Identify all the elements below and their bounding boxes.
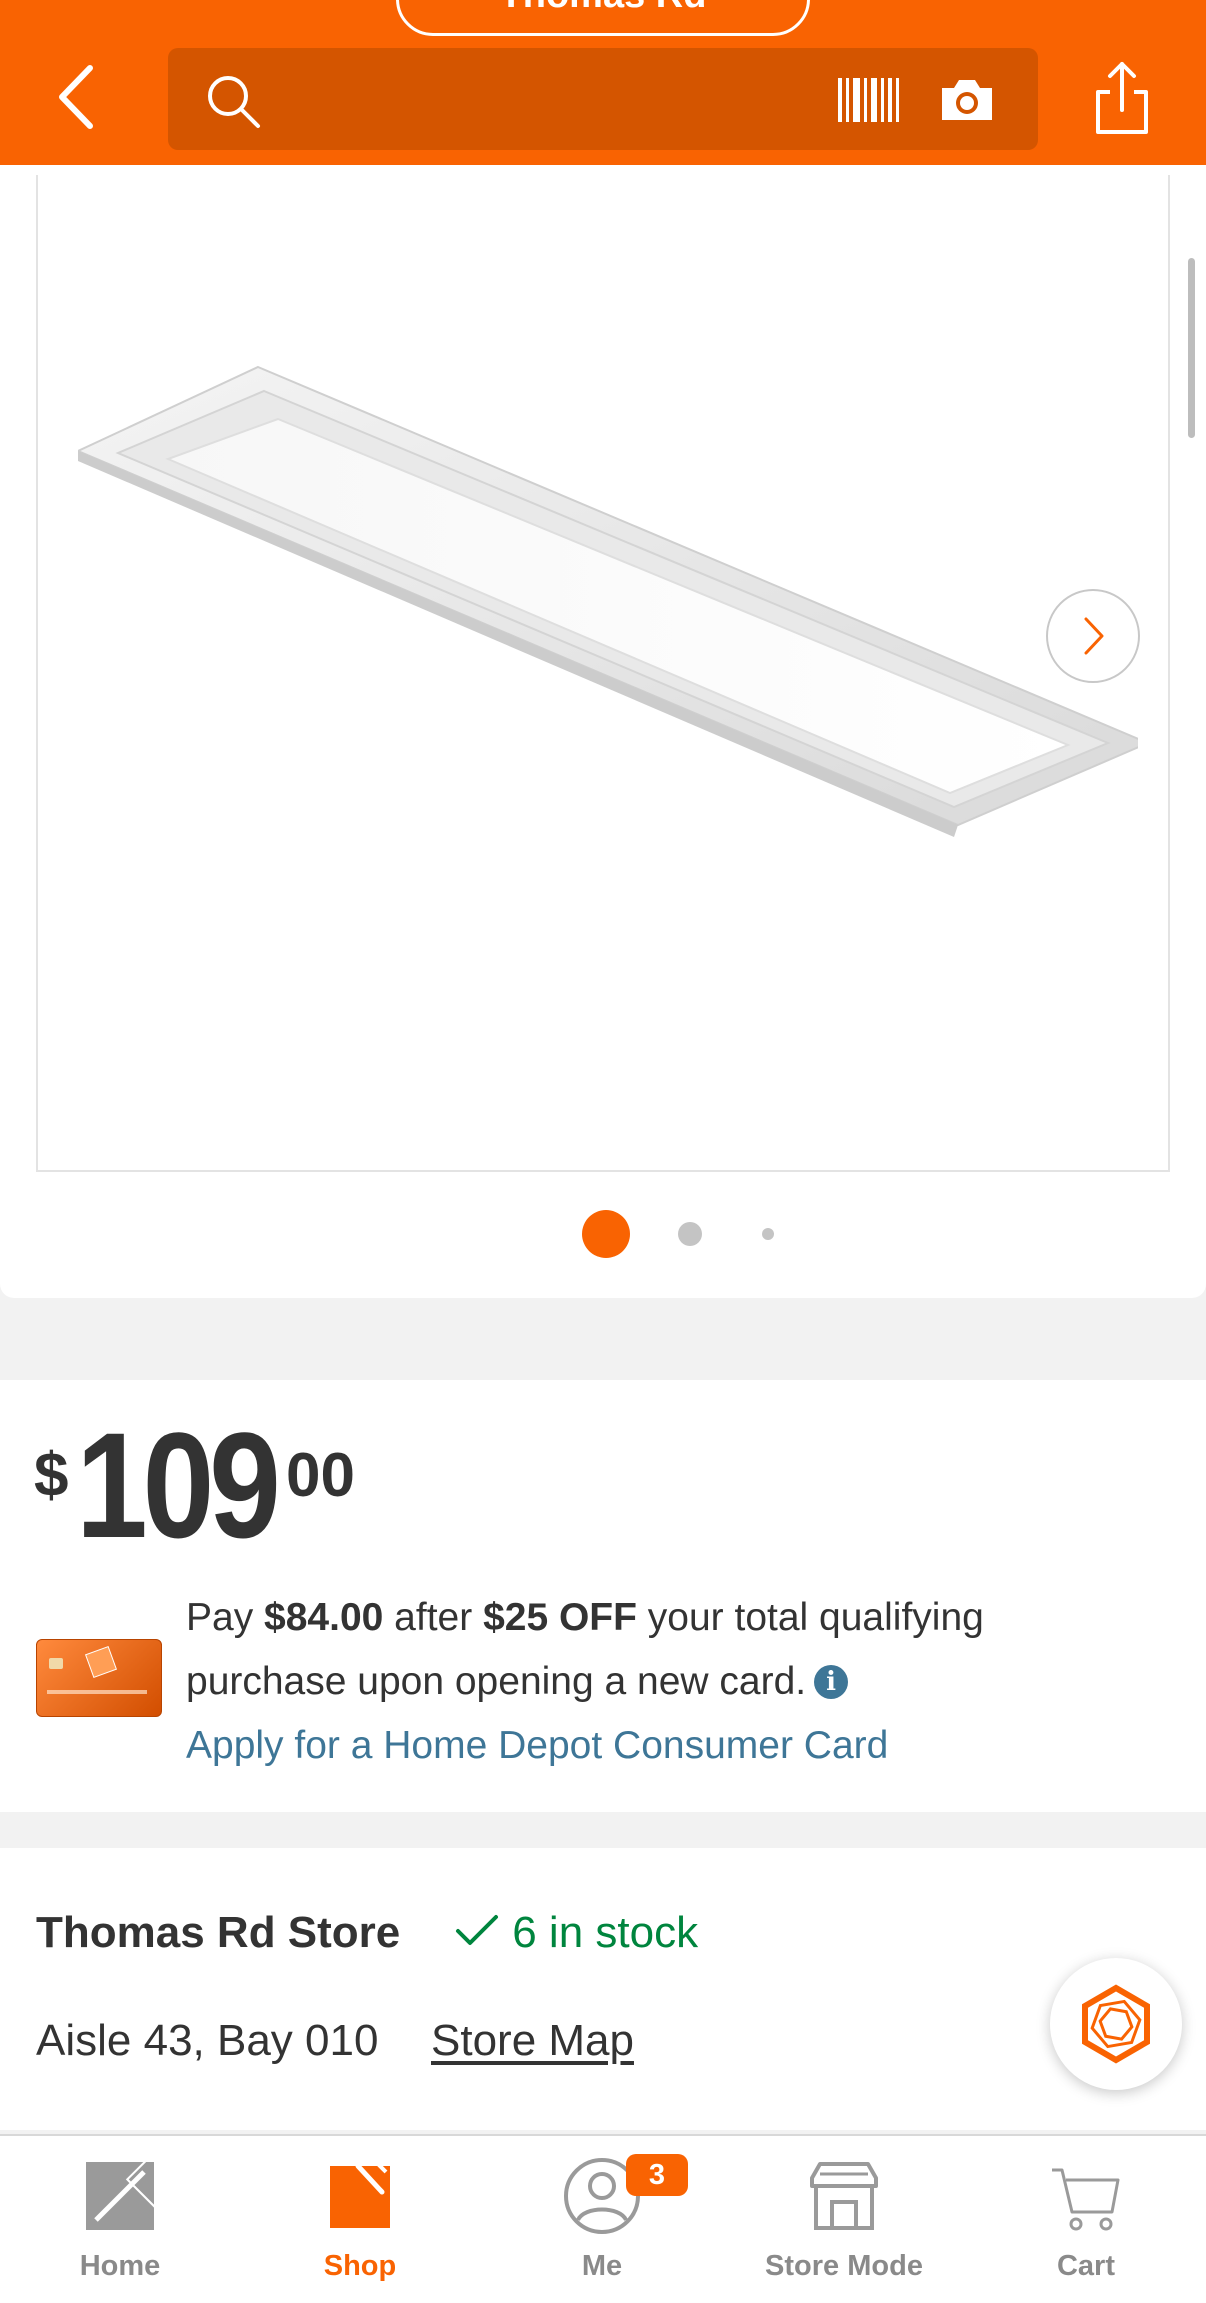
scrollbar[interactable] — [1188, 258, 1195, 438]
hexagon-assistant-icon — [1082, 1984, 1150, 2064]
product-image-gallery — [0, 165, 1206, 1298]
chevron-left-icon — [59, 65, 93, 129]
promo-text: Pay $84.00 after $25 OFF your total qual… — [186, 1586, 1126, 1778]
aisle-location: Aisle 43, Bay 010 — [36, 2016, 379, 2065]
share-icon — [1096, 62, 1148, 134]
top-header: Thomas Rd — [0, 0, 1206, 165]
notification-badge: 3 — [626, 2154, 688, 2196]
stock-status: 6 in stock — [454, 1908, 698, 1958]
credit-card-image — [36, 1639, 162, 1717]
store-availability-section: Thomas Rd Store 6 in stock Aisle 43, Bay… — [0, 1848, 1206, 2130]
nav-store-mode[interactable]: Store Mode — [724, 2136, 964, 2303]
promo-discount: $25 OFF — [483, 1596, 637, 1639]
next-image-button[interactable] — [1046, 589, 1140, 683]
nav-store-mode-label: Store Mode — [765, 2250, 923, 2282]
nav-cart[interactable]: Cart — [966, 2136, 1206, 2303]
promo-pay-amount: $84.00 — [264, 1596, 384, 1639]
bottom-nav: Home Shop Me 3 Store Mode Cart — [0, 2134, 1206, 2303]
nav-cart-label: Cart — [1056, 2250, 1115, 2282]
gallery-dot[interactable] — [678, 1222, 702, 1246]
store-selector-label: Thomas Rd — [500, 0, 707, 16]
price-cents: 00 — [286, 1441, 355, 1510]
gallery-dot[interactable] — [762, 1228, 774, 1240]
cart-icon — [1052, 2168, 1120, 2231]
search-icon — [208, 76, 260, 128]
store-selector-pill[interactable]: Thomas Rd — [396, 0, 810, 36]
price-currency: $ — [34, 1441, 69, 1510]
price-dollars: 109 — [76, 1401, 281, 1569]
nav-me-label: Me — [581, 2250, 623, 2282]
shop-icon — [330, 2160, 390, 2228]
share-button[interactable] — [1090, 58, 1154, 138]
product-image-frame[interactable] — [36, 175, 1170, 1172]
store-name: Thomas Rd Store — [36, 1908, 401, 1957]
nav-home-label: Home — [79, 2250, 161, 2282]
promo-after: after — [383, 1596, 484, 1639]
nav-shop[interactable]: Shop — [240, 2136, 480, 2303]
stock-count: 6 in stock — [512, 1908, 699, 1957]
store-map-link[interactable]: Store Map — [431, 2016, 634, 2066]
product-image-led-panel — [78, 365, 1138, 837]
nav-shop-label: Shop — [323, 2250, 397, 2282]
back-button[interactable] — [48, 60, 108, 134]
apply-card-link[interactable]: Apply for a Home Depot Consumer Card — [186, 1724, 888, 1767]
home-depot-logo-icon — [86, 2156, 160, 2230]
assistant-button[interactable] — [1050, 1958, 1182, 2090]
info-icon[interactable]: i — [814, 1665, 849, 1699]
store-icon — [810, 2162, 878, 2230]
barcode-scan-icon[interactable] — [836, 74, 900, 126]
search-input[interactable] — [168, 48, 1038, 150]
check-icon — [456, 1915, 498, 1945]
promo-pay-prefix: Pay — [186, 1596, 265, 1639]
gallery-dot-active[interactable] — [582, 1210, 630, 1258]
price-section: $ 109 00 Pay $84.00 after $25 OFF your t… — [0, 1380, 1206, 1812]
card-chip-icon — [47, 1645, 147, 1694]
camera-icon[interactable] — [938, 74, 996, 124]
chevron-right-icon — [1084, 617, 1104, 655]
nav-home[interactable]: Home — [0, 2136, 240, 2303]
